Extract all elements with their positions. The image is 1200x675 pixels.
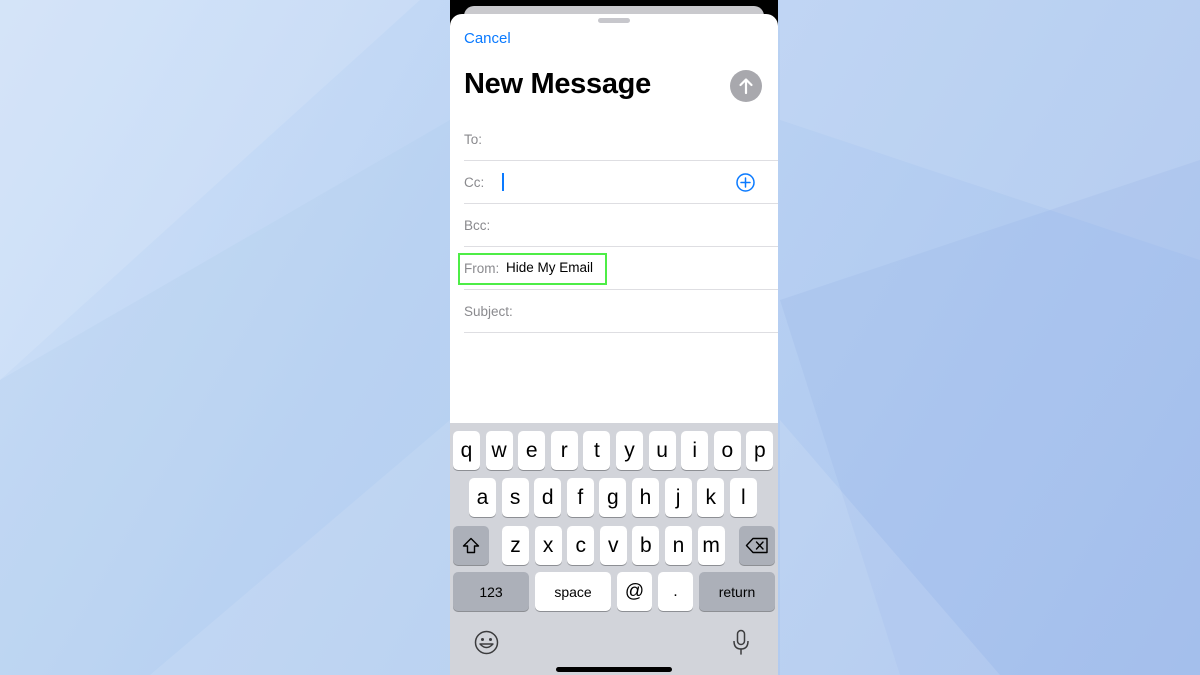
add-contact-icon[interactable] — [736, 173, 755, 192]
sheet-grabber[interactable] — [598, 18, 630, 23]
arrow-up-icon — [739, 78, 753, 95]
at-key[interactable]: @ — [617, 572, 652, 611]
space-key[interactable]: space — [535, 572, 611, 611]
key-u[interactable]: u — [648, 431, 676, 470]
to-field[interactable]: To: — [464, 118, 778, 161]
key-j[interactable]: j — [664, 478, 692, 517]
cc-label: Cc: — [464, 175, 485, 190]
key-t[interactable]: t — [583, 431, 611, 470]
emoji-icon[interactable] — [474, 630, 499, 655]
key-y[interactable]: y — [616, 431, 643, 470]
backspace-icon — [745, 537, 768, 554]
subject-field[interactable]: Subject: — [464, 290, 778, 333]
cancel-button[interactable]: Cancel — [464, 30, 511, 47]
key-b[interactable]: b — [632, 526, 660, 565]
numbers-key[interactable]: 123 — [453, 572, 529, 611]
key-i[interactable]: i — [681, 431, 709, 470]
return-key[interactable]: return — [699, 572, 775, 611]
highlight-box — [458, 253, 607, 285]
key-g[interactable]: g — [599, 478, 627, 517]
keyboard: qwertyuiop asdfghjkl zxcvbnm 123 space @… — [450, 423, 778, 675]
key-p[interactable]: p — [746, 431, 774, 470]
key-h[interactable]: h — [632, 478, 659, 517]
bcc-field[interactable]: Bcc: — [464, 204, 778, 247]
send-button[interactable] — [730, 70, 762, 102]
bcc-label: Bcc: — [464, 218, 491, 233]
key-a[interactable]: a — [469, 478, 496, 517]
key-x[interactable]: x — [534, 526, 562, 565]
phone-screen: Cancel New Message To: Cc: Bcc: From: Hi… — [450, 0, 778, 675]
key-e[interactable]: e — [518, 431, 546, 470]
page-title: New Message — [464, 68, 651, 100]
key-q[interactable]: q — [453, 431, 480, 470]
subject-label: Subject: — [464, 304, 513, 319]
key-d[interactable]: d — [534, 478, 562, 517]
cc-field[interactable]: Cc: — [464, 161, 778, 204]
key-s[interactable]: s — [501, 478, 529, 517]
backspace-key[interactable] — [739, 526, 775, 565]
key-r[interactable]: r — [550, 431, 578, 470]
microphone-icon[interactable] — [732, 629, 750, 656]
key-n[interactable]: n — [665, 526, 692, 565]
key-v[interactable]: v — [599, 526, 627, 565]
key-l[interactable]: l — [729, 478, 757, 517]
key-c[interactable]: c — [567, 526, 595, 565]
key-z[interactable]: z — [502, 526, 529, 565]
key-k[interactable]: k — [697, 478, 725, 517]
key-o[interactable]: o — [713, 431, 741, 470]
period-key[interactable]: . — [658, 572, 693, 611]
text-cursor — [502, 173, 504, 191]
to-label: To: — [464, 132, 483, 147]
key-w[interactable]: w — [485, 431, 513, 470]
shift-icon — [462, 537, 480, 554]
key-f[interactable]: f — [566, 478, 594, 517]
home-indicator[interactable] — [556, 667, 672, 672]
key-m[interactable]: m — [697, 526, 725, 565]
shift-key[interactable] — [453, 526, 489, 565]
